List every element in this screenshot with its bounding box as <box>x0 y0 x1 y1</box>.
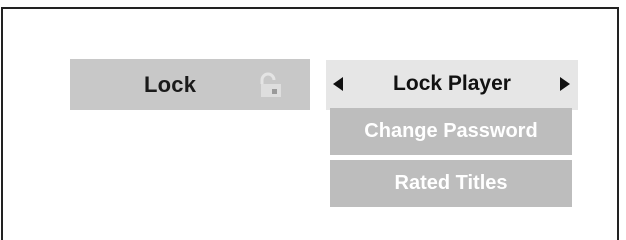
option-lock-player[interactable]: Lock Player <box>326 60 578 110</box>
option-rated-titles[interactable]: Rated Titles <box>330 160 572 207</box>
category-lock[interactable]: Lock <box>70 59 310 110</box>
option-change-password[interactable]: Change Password <box>330 108 572 155</box>
option-label: Rated Titles <box>394 172 508 194</box>
category-label: Lock <box>144 72 197 97</box>
option-label: Change Password <box>364 120 538 142</box>
padlock-icon <box>260 72 281 97</box>
option-label: Lock Player <box>393 72 511 95</box>
triangle-right-icon[interactable] <box>560 77 570 91</box>
